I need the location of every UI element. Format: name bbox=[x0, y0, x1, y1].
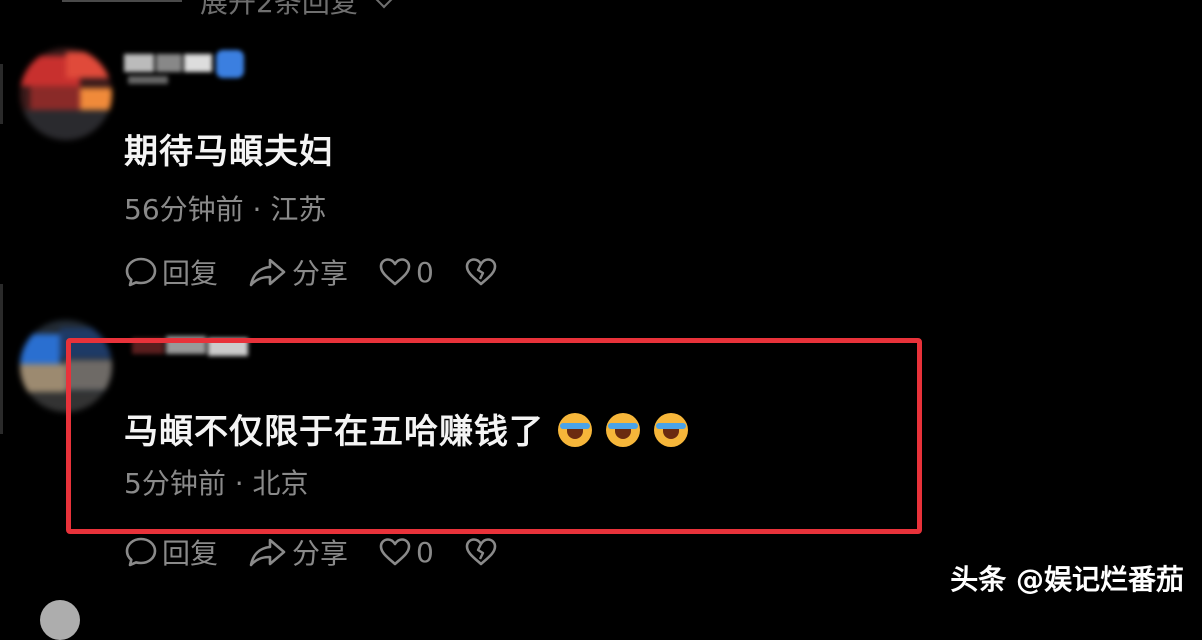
like-count: 0 bbox=[416, 535, 434, 569]
comment-meta: 56分钟前 · 江苏 bbox=[124, 193, 327, 226]
verified-badge-icon bbox=[216, 50, 244, 78]
username[interactable] bbox=[124, 48, 264, 88]
comment-meta: 5分钟前 · 北京 bbox=[124, 467, 309, 500]
reply-button[interactable]: 回复 bbox=[124, 252, 218, 292]
like-button[interactable]: 0 bbox=[378, 255, 434, 289]
expand-replies-label: 展开2条回复 bbox=[200, 0, 358, 19]
expand-replies-row[interactable]: 展开2条回复 bbox=[62, 0, 396, 19]
dislike-button[interactable] bbox=[464, 255, 502, 289]
heart-icon bbox=[379, 258, 411, 286]
share-button[interactable]: 分享 bbox=[248, 252, 348, 292]
comment-item: 马頔不仅限于在五哈赚钱了 5分钟前 · 北京 回复 分享 0 bbox=[0, 320, 1202, 580]
comment-text: 期待马頔夫妇 bbox=[124, 132, 334, 172]
laugh-cry-emoji bbox=[654, 413, 688, 447]
reply-label: 回复 bbox=[162, 537, 219, 570]
username[interactable] bbox=[124, 320, 264, 360]
share-label: 分享 bbox=[292, 257, 349, 290]
share-label: 分享 bbox=[292, 537, 349, 570]
reply-divider bbox=[62, 0, 182, 2]
reply-label: 回复 bbox=[162, 257, 219, 290]
comment-actions: 回复 分享 0 bbox=[124, 252, 532, 292]
like-button[interactable]: 0 bbox=[378, 535, 434, 569]
comment-bubble-icon bbox=[125, 537, 157, 567]
comment-item: 期待马頔夫妇 56分钟前 · 江苏 回复 分享 0 bbox=[0, 48, 1202, 298]
like-count: 0 bbox=[416, 255, 434, 289]
broken-heart-icon bbox=[465, 538, 497, 566]
broken-heart-icon bbox=[465, 258, 497, 286]
dislike-button[interactable] bbox=[464, 535, 502, 569]
comment-text-body: 马頔不仅限于在五哈赚钱了 bbox=[124, 412, 544, 452]
share-arrow-icon bbox=[249, 538, 286, 567]
comment-bubble-icon bbox=[125, 257, 157, 287]
chevron-down-icon bbox=[372, 0, 396, 9]
laugh-cry-emoji bbox=[606, 413, 640, 447]
avatar[interactable] bbox=[20, 48, 112, 140]
heart-icon bbox=[379, 538, 411, 566]
share-arrow-icon bbox=[249, 258, 286, 287]
reply-button[interactable]: 回复 bbox=[124, 532, 218, 572]
comment-text: 马頔不仅限于在五哈赚钱了 bbox=[124, 404, 688, 453]
comment-actions: 回复 分享 0 bbox=[124, 532, 532, 572]
watermark: 头条 @娱记烂番茄 bbox=[950, 563, 1184, 596]
laugh-cry-emoji bbox=[558, 413, 592, 447]
avatar[interactable] bbox=[20, 320, 112, 412]
avatar[interactable] bbox=[40, 600, 80, 640]
share-button[interactable]: 分享 bbox=[248, 532, 348, 572]
